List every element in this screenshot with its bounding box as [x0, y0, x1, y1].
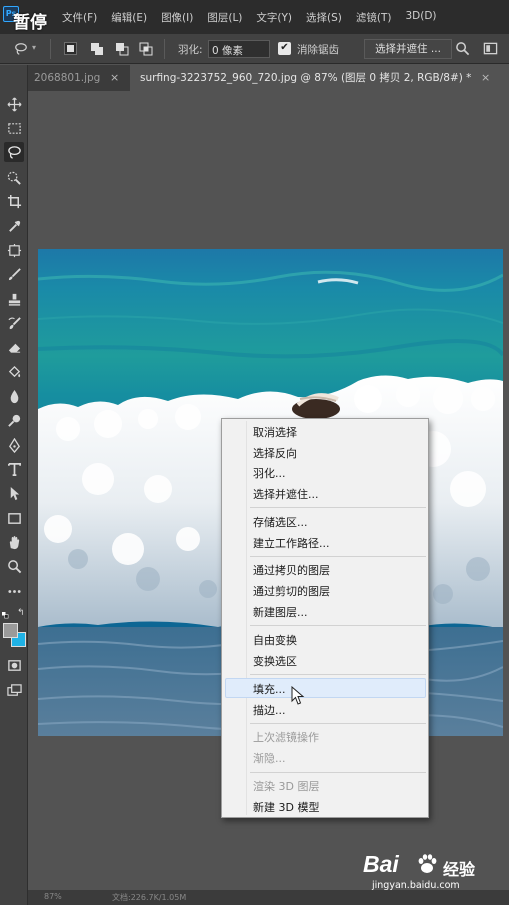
search-icon[interactable] [455, 41, 470, 56]
menu-item-deselect[interactable]: 取消选择 [253, 424, 297, 440]
eraser-icon[interactable] [4, 337, 24, 357]
move-icon[interactable] [4, 94, 24, 114]
menu-3d[interactable]: 3D(D) [398, 10, 443, 25]
rectangle-icon[interactable] [4, 508, 24, 528]
menu-type[interactable]: 文字(Y) [249, 10, 299, 25]
lasso-icon[interactable] [14, 42, 28, 56]
zoom-level[interactable]: 87% [44, 892, 62, 901]
menu-item-transform-selection[interactable]: 变换选区 [253, 653, 297, 669]
tool-preset-chevron-icon[interactable]: ▾ [32, 43, 36, 52]
menu-separator [250, 723, 426, 724]
menu-item-render-3d-layer: 渲染 3D 图层 [253, 780, 320, 793]
history-brush-icon[interactable] [4, 313, 24, 333]
more-icon[interactable] [4, 581, 24, 601]
menu-item-fill[interactable]: 填充... [253, 681, 286, 697]
menu-item-new-3d-model[interactable]: 新建 3D 模型 [253, 799, 319, 815]
context-menu: 取消选择 选择反向 羽化... 选择并遮住... 存储选区... 建立工作路径.… [221, 418, 429, 818]
document-info: 文档:226.7K/1.05M [112, 893, 187, 902]
menu-items: 文件(F) 编辑(E) 图像(I) 图层(L) 文字(Y) 选择(S) 滤镜(T… [55, 10, 444, 25]
menu-item-feather[interactable]: 羽化... [253, 465, 286, 481]
feather-label: 羽化: [178, 44, 203, 56]
type-icon[interactable] [4, 459, 24, 479]
marquee-icon[interactable] [4, 118, 24, 138]
menu-select[interactable]: 选择(S) [299, 10, 349, 25]
menu-separator [250, 507, 426, 508]
tools-panel: ↰ [0, 65, 28, 905]
menu-item-free-transform[interactable]: 自由变换 [253, 632, 297, 648]
hand-icon[interactable] [4, 532, 24, 552]
subtract-selection-button[interactable] [115, 42, 129, 56]
menu-separator [250, 772, 426, 773]
baidu-watermark: Bai 经验 jingyan.baidu.com [363, 847, 493, 897]
menu-filter[interactable]: 滤镜(T) [349, 10, 399, 25]
add-selection-button[interactable] [90, 42, 103, 55]
menu-item-last-filter: 上次滤镜操作 [253, 731, 319, 744]
menu-item-select-inverse[interactable]: 选择反向 [253, 445, 297, 461]
close-tab-icon[interactable]: × [481, 65, 490, 91]
menu-item-fade: 渐隐... [253, 752, 286, 765]
eyedropper-icon[interactable] [4, 216, 24, 236]
menu-item-new-layer[interactable]: 新建图层... [253, 604, 308, 620]
close-tab-icon[interactable]: × [110, 65, 119, 91]
menu-separator [250, 674, 426, 675]
menu-item-layer-via-cut[interactable]: 通过剪切的图层 [253, 583, 330, 599]
path-select-icon[interactable] [4, 483, 24, 503]
divider [164, 39, 165, 59]
antialias-label: 消除锯齿 [297, 44, 339, 56]
stamp-icon[interactable] [4, 289, 24, 309]
watermark-brand: Bai [363, 851, 399, 877]
default-colors-icon[interactable] [2, 609, 9, 619]
menu-item-select-and-mask[interactable]: 选择并遮住... [253, 486, 319, 502]
antialias-checkbox[interactable]: ✔ [278, 42, 291, 55]
screen-mode-icon[interactable] [4, 680, 24, 700]
frame-icon[interactable] [4, 240, 24, 260]
select-and-mask-button[interactable]: 选择并遮住 ... [364, 39, 452, 59]
document-tabs: 2068801.jpg × surfing-3223752_960_720.jp… [24, 65, 509, 91]
menu-image[interactable]: 图像(I) [154, 10, 200, 25]
feather-input[interactable]: 0 像素 [208, 40, 270, 58]
menu-separator [250, 625, 426, 626]
menu-gutter [246, 421, 247, 815]
mouse-cursor-icon [291, 686, 305, 705]
tab-label: surfing-3223752_960_720.jpg @ 87% (图层 0 … [140, 72, 472, 84]
paint-bucket-icon[interactable] [4, 362, 24, 382]
divider [50, 39, 51, 59]
blur-icon[interactable] [4, 386, 24, 406]
pause-label: 暂停 [13, 13, 47, 33]
options-bar: ▾ 羽化: 0 像素 ✔ 消除锯齿 选择并遮住 ... [0, 34, 509, 64]
intersect-selection-button[interactable] [139, 42, 153, 56]
quick-mask-icon[interactable] [4, 655, 24, 675]
tab-label: 2068801.jpg [34, 72, 101, 84]
brush-icon[interactable] [4, 264, 24, 284]
watermark-brand-cn: 经验 [443, 860, 476, 879]
menu-item-layer-via-copy[interactable]: 通过拷贝的图层 [253, 562, 330, 578]
menu-separator [250, 556, 426, 557]
baidu-paw-icon [418, 854, 437, 873]
foreground-color-swatch[interactable] [3, 623, 18, 638]
swap-colors-icon[interactable]: ↰ [17, 608, 25, 618]
lasso-icon[interactable] [4, 142, 24, 162]
quick-select-icon[interactable] [4, 167, 24, 187]
menu-item-stroke[interactable]: 描边... [253, 702, 286, 718]
tab-document-2[interactable]: surfing-3223752_960_720.jpg @ 87% (图层 0 … [130, 65, 509, 91]
workspace-icon[interactable] [483, 41, 498, 56]
pen-icon[interactable] [4, 435, 24, 455]
dodge-icon[interactable] [4, 410, 24, 430]
menu-file[interactable]: 文件(F) [55, 10, 104, 25]
watermark-url: jingyan.baidu.com [372, 880, 460, 891]
menu-item-save-selection[interactable]: 存储选区... [253, 514, 308, 530]
new-selection-button[interactable] [64, 42, 77, 55]
menu-item-make-work-path[interactable]: 建立工作路径... [253, 535, 330, 551]
zoom-icon[interactable] [4, 556, 24, 576]
menu-bar: Ps 暂停 文件(F) 编辑(E) 图像(I) 图层(L) 文字(Y) 选择(S… [0, 0, 509, 34]
menu-edit[interactable]: 编辑(E) [104, 10, 154, 25]
menu-layer[interactable]: 图层(L) [200, 10, 249, 25]
crop-icon[interactable] [4, 191, 24, 211]
tab-document-1[interactable]: 2068801.jpg × [24, 65, 130, 91]
